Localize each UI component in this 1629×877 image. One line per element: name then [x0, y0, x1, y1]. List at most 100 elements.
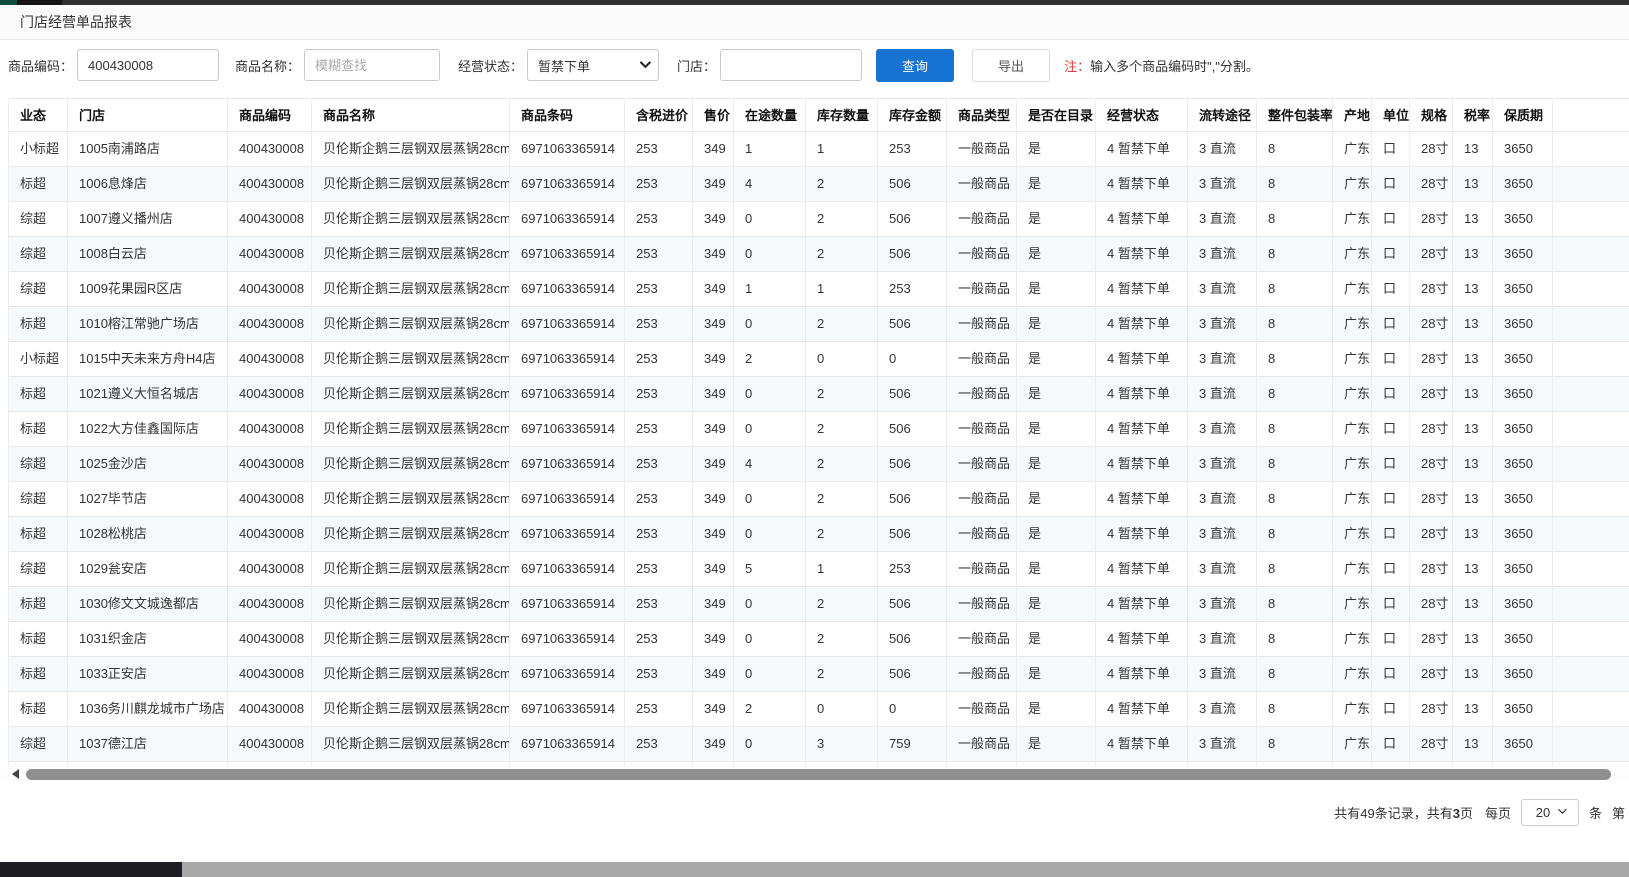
- column-header: 含税进价: [625, 98, 693, 132]
- table-cell: 一般商品: [947, 692, 1017, 727]
- table-cell: 4 暂禁下单: [1096, 412, 1188, 447]
- table-cell: 3 直流: [1188, 377, 1257, 412]
- table-cell: 3 直流: [1188, 307, 1257, 342]
- table-cell: 综超: [8, 272, 68, 307]
- table-cell: 一般商品: [947, 587, 1017, 622]
- table-cell: 是: [1017, 237, 1096, 272]
- table-cell: 6971063365914: [510, 342, 625, 377]
- table-cell: 400430008: [228, 167, 312, 202]
- table-cell: 4 暂禁下单: [1096, 167, 1188, 202]
- table-cell: 2: [806, 657, 878, 692]
- table-cell: [1553, 237, 1629, 272]
- column-header: 商品编码: [228, 98, 312, 132]
- table-cell: 400430008: [228, 307, 312, 342]
- table-cell: 4 暂禁下单: [1096, 307, 1188, 342]
- table-cell: 是: [1017, 307, 1096, 342]
- table-cell: 1028松桃店: [68, 517, 228, 552]
- table-cell: 标超: [8, 167, 68, 202]
- table-cell: 13: [1453, 167, 1493, 202]
- table-cell: 4 暂禁下单: [1096, 202, 1188, 237]
- table-row: 标超1033正安店400430008贝伦斯企鹅三层钢双层蒸锅28cm697106…: [8, 657, 1629, 692]
- table-cell: 贝伦斯企鹅三层钢双层蒸锅28cm: [312, 237, 510, 272]
- table-cell: 400430008: [228, 692, 312, 727]
- table-cell: [1553, 692, 1629, 727]
- unit-label: 条: [1589, 803, 1602, 822]
- table-cell: 28寸: [1410, 552, 1453, 587]
- table-cell: 3 直流: [1188, 272, 1257, 307]
- note-prefix: 注：: [1064, 59, 1090, 74]
- table-cell: 13: [1453, 727, 1493, 762]
- table-cell: 13: [1453, 692, 1493, 727]
- table-cell: 综超: [8, 482, 68, 517]
- table-cell: 3650: [1493, 692, 1553, 727]
- table-cell: 3650: [1493, 552, 1553, 587]
- column-header: 税率: [1453, 98, 1493, 132]
- page-scrollbar-thumb[interactable]: [0, 862, 182, 877]
- table-cell: 253: [625, 132, 693, 167]
- page-count: 3: [1453, 806, 1460, 821]
- table-cell: 是: [1017, 517, 1096, 552]
- note-text: 注：输入多个商品编码时","分割。: [1064, 56, 1259, 75]
- table-row: 综超1025金沙店400430008贝伦斯企鹅三层钢双层蒸锅28cm697106…: [8, 447, 1629, 482]
- record-count: 49: [1360, 806, 1374, 821]
- table-horizontal-scrollbar[interactable]: [0, 767, 1629, 781]
- page-horizontal-scrollbar[interactable]: [0, 862, 1629, 877]
- table-cell: 13: [1453, 622, 1493, 657]
- column-header: 流转途径: [1188, 98, 1257, 132]
- table-cell: 是: [1017, 167, 1096, 202]
- operation-status-select[interactable]: 暂禁下单: [527, 49, 659, 81]
- table-cell: [1553, 517, 1629, 552]
- page-size-select[interactable]: 20: [1521, 799, 1579, 826]
- table-cell: 400430008: [228, 482, 312, 517]
- table-cell: 0: [734, 412, 806, 447]
- table-cell: 6971063365914: [510, 657, 625, 692]
- table-cell: 是: [1017, 412, 1096, 447]
- table-row: 标超1006息烽店400430008贝伦斯企鹅三层钢双层蒸锅28cm697106…: [8, 167, 1629, 202]
- store-label: 门店：: [677, 56, 716, 75]
- table-cell: 6971063365914: [510, 307, 625, 342]
- table-cell: 广东: [1333, 412, 1372, 447]
- table-cell: 4 暂禁下单: [1096, 272, 1188, 307]
- table-cell: 6971063365914: [510, 272, 625, 307]
- column-header: 库存数量: [806, 98, 878, 132]
- store-input[interactable]: [720, 49, 862, 81]
- table-cell: 1031织金店: [68, 622, 228, 657]
- table-cell: 400430008: [228, 272, 312, 307]
- table-cell: 1015中天未来方舟H4店: [68, 342, 228, 377]
- table-cell: 是: [1017, 587, 1096, 622]
- table-cell: 综超: [8, 237, 68, 272]
- table-cell: 口: [1372, 377, 1410, 412]
- export-button[interactable]: 导出: [972, 49, 1050, 82]
- table-cell: 253: [625, 587, 693, 622]
- table-scrollbar-thumb[interactable]: [26, 769, 1611, 780]
- query-button[interactable]: 查询: [876, 49, 954, 82]
- product-code-input[interactable]: [77, 49, 219, 81]
- table-cell: 一般商品: [947, 202, 1017, 237]
- table-cell: 4 暂禁下单: [1096, 482, 1188, 517]
- product-name-input[interactable]: [304, 49, 440, 81]
- column-header: 库存金额: [878, 98, 947, 132]
- table-cell: 小标超: [8, 342, 68, 377]
- table-cell: 6971063365914: [510, 237, 625, 272]
- table-cell: 349: [693, 447, 734, 482]
- scroll-left-arrow-icon[interactable]: [12, 769, 19, 779]
- column-header: 是否在目录: [1017, 98, 1096, 132]
- table-cell: 广东: [1333, 657, 1372, 692]
- table-cell: 6971063365914: [510, 552, 625, 587]
- table-cell: 3650: [1493, 587, 1553, 622]
- table-cell: 3 直流: [1188, 237, 1257, 272]
- table-cell: 2: [806, 167, 878, 202]
- table-cell: 400430008: [228, 727, 312, 762]
- table-cell: 1025金沙店: [68, 447, 228, 482]
- table-row: 综超1007遵义播州店400430008贝伦斯企鹅三层钢双层蒸锅28cm6971…: [8, 202, 1629, 237]
- table-cell: 1010榕江常驰广场店: [68, 307, 228, 342]
- table-cell: 28寸: [1410, 237, 1453, 272]
- table-cell: 贝伦斯企鹅三层钢双层蒸锅28cm: [312, 307, 510, 342]
- table-cell: 5: [734, 552, 806, 587]
- table-cell: 28寸: [1410, 412, 1453, 447]
- table-cell: 506: [878, 447, 947, 482]
- table-cell: 1: [806, 272, 878, 307]
- table-cell: 3 直流: [1188, 412, 1257, 447]
- table-cell: 广东: [1333, 692, 1372, 727]
- table-cell: 8: [1257, 482, 1333, 517]
